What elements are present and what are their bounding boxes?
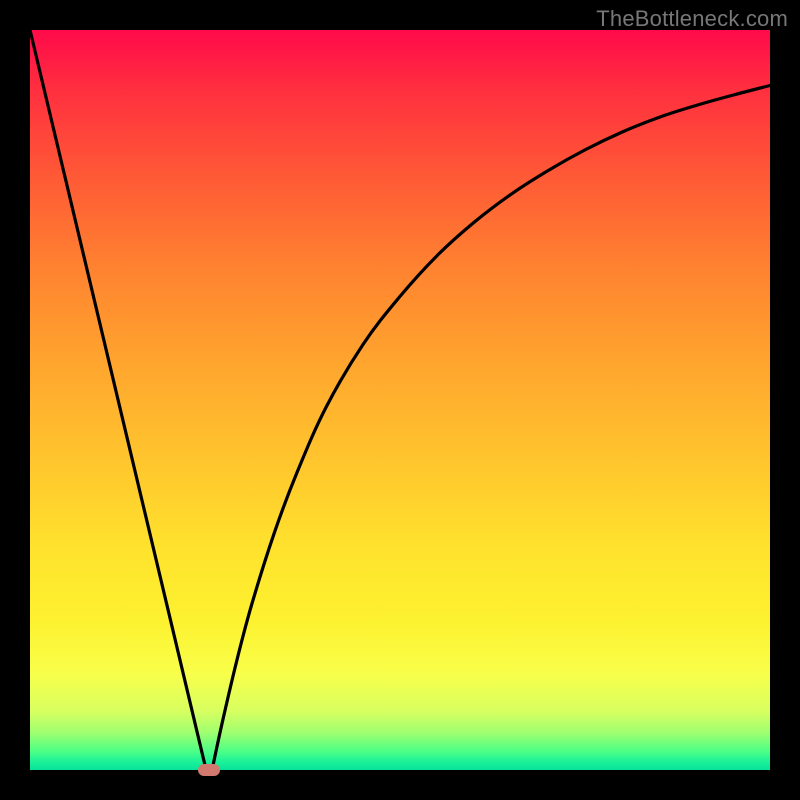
chart-frame: TheBottleneck.com	[0, 0, 800, 800]
bottleneck-curve	[30, 30, 770, 770]
minimum-marker	[198, 764, 220, 776]
plot-area	[30, 30, 770, 770]
watermark-text: TheBottleneck.com	[596, 6, 788, 32]
curve-path	[30, 30, 770, 770]
